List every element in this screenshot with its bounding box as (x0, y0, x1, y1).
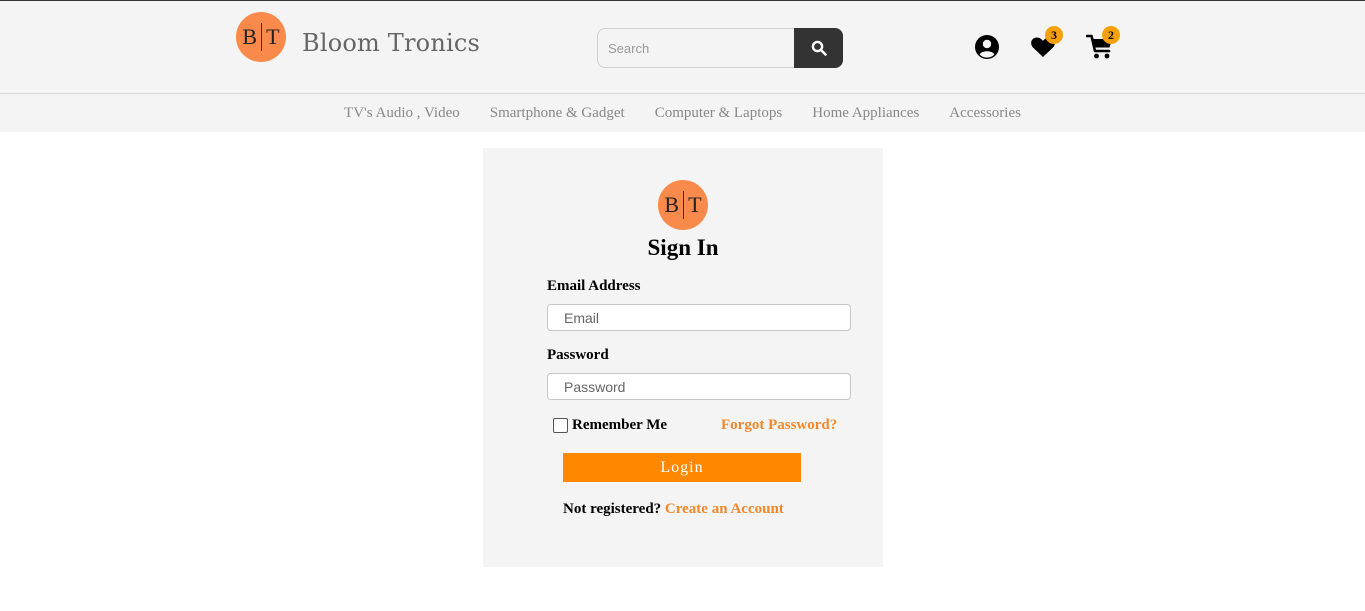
nav-item-home-appliances[interactable]: Home Appliances (812, 105, 919, 122)
search-button[interactable] (794, 28, 843, 68)
account-button[interactable] (974, 34, 1000, 60)
logo-letter-left: B (242, 24, 258, 49)
nav-item-smartphone-gadget[interactable]: Smartphone & Gadget (490, 105, 625, 122)
logo-letter-right: T (266, 24, 280, 49)
signin-card: B T Sign In Email Address Password Remem… (483, 148, 883, 567)
remember-me: Remember Me (553, 417, 667, 434)
search-icon (811, 40, 827, 56)
remember-me-label[interactable]: Remember Me (572, 417, 667, 434)
wishlist-count-badge: 3 (1045, 26, 1063, 44)
nav-item-accessories[interactable]: Accessories (949, 105, 1021, 122)
brand-logo[interactable]: B T (236, 12, 286, 62)
header: B T Bloom Tronics 3 2 (0, 0, 1365, 94)
remember-me-checkbox[interactable] (553, 418, 568, 433)
cart-count-badge: 2 (1102, 26, 1120, 44)
logo-letter-left: B (664, 192, 680, 217)
logo-divider (261, 23, 263, 51)
nav-item-computer-laptops[interactable]: Computer & Laptops (655, 105, 783, 122)
brand-name[interactable]: Bloom Tronics (302, 29, 480, 57)
register-prompt: Not registered? Create an Account (563, 501, 784, 518)
user-circle-icon (975, 35, 999, 59)
password-label: Password (547, 347, 609, 363)
nav-item-tv-audio-video[interactable]: TV's Audio , Video (344, 105, 460, 122)
category-nav: TV's Audio , Video Smartphone & Gadget C… (0, 94, 1365, 132)
logo-letter-right: T (688, 192, 702, 217)
create-account-link[interactable]: Create an Account (665, 501, 784, 517)
forgot-password-link[interactable]: Forgot Password? (721, 417, 837, 434)
password-field[interactable] (547, 373, 851, 400)
logo-divider (683, 191, 685, 219)
signin-title: Sign In (647, 235, 719, 260)
search-input[interactable] (597, 28, 807, 68)
not-registered-text: Not registered? (563, 501, 662, 517)
search-bar (597, 28, 843, 68)
signin-logo: B T (658, 180, 708, 230)
login-button[interactable]: Login (563, 453, 801, 482)
email-field[interactable] (547, 304, 851, 331)
email-label: Email Address (547, 278, 641, 294)
